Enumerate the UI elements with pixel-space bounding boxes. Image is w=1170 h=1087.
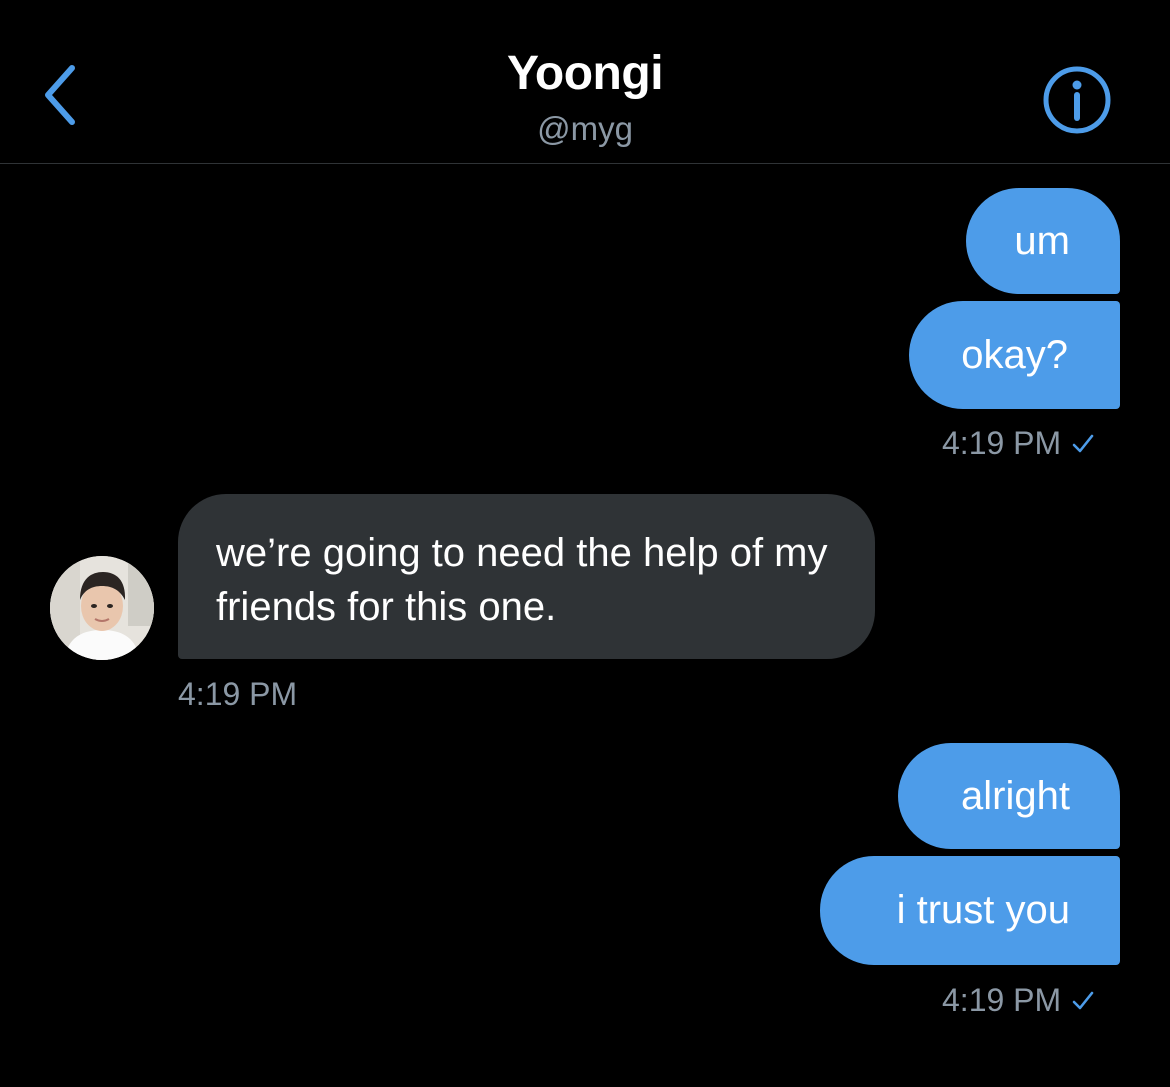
message-timestamp: 4:19 PM (942, 982, 1095, 1019)
message-text: i trust you (896, 888, 1070, 932)
outgoing-message-bubble[interactable]: um (966, 188, 1120, 294)
conversation-handle[interactable]: @myg (0, 110, 1170, 148)
conversation-title[interactable]: Yoongi (0, 46, 1170, 101)
message-text: okay? (961, 333, 1068, 377)
outgoing-message-bubble[interactable]: i trust you (820, 856, 1120, 965)
message-text: alright (961, 774, 1070, 818)
incoming-message-bubble[interactable]: we’re going to need the help of my frien… (178, 494, 875, 659)
message-timestamp: 4:19 PM (178, 676, 298, 712)
checkmark-icon (1071, 982, 1095, 1019)
message-text: um (1014, 219, 1070, 263)
info-button[interactable] (1040, 63, 1114, 137)
info-circle-icon (1040, 63, 1114, 137)
message-timestamp: 4:19 PM (942, 425, 1095, 462)
message-text: we’re going to need the help of my frien… (216, 531, 828, 629)
outgoing-message-bubble[interactable]: alright (898, 743, 1120, 849)
conversation-header: Yoongi @myg (0, 0, 1170, 164)
outgoing-message-bubble[interactable]: okay? (909, 301, 1120, 409)
checkmark-icon (1071, 425, 1095, 462)
avatar[interactable] (50, 556, 154, 660)
